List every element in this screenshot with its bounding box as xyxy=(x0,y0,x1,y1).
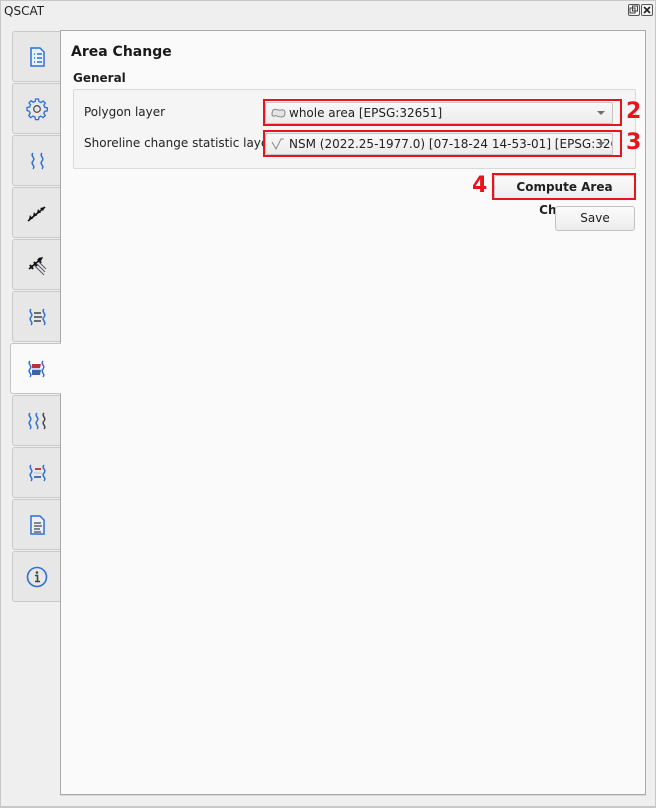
title-bar: QSCAT xyxy=(0,0,656,26)
annotation-2: 2 xyxy=(626,99,642,124)
report-icon xyxy=(29,514,45,535)
tab-shorelines[interactable] xyxy=(12,135,60,186)
tab-transects[interactable] xyxy=(12,187,60,238)
chevron-down-icon xyxy=(597,142,605,146)
tab-shoreline-change[interactable] xyxy=(12,291,60,342)
transects-icon xyxy=(26,205,46,222)
intersections-icon xyxy=(27,256,46,275)
forecasting-icon xyxy=(27,411,46,430)
about-icon xyxy=(26,566,47,587)
window-title: QSCAT xyxy=(4,4,45,18)
tab-project-settings[interactable] xyxy=(12,31,60,82)
chevron-down-icon xyxy=(597,111,605,115)
tab-settings[interactable] xyxy=(12,83,60,134)
tab-forecasting[interactable] xyxy=(12,395,60,446)
polygon-layer-icon xyxy=(271,108,286,118)
project-settings-icon xyxy=(29,46,45,67)
line-layer-icon xyxy=(271,138,284,150)
tab-intersections[interactable] xyxy=(12,239,60,290)
summary-reports-icon xyxy=(28,463,46,482)
section-title: General xyxy=(73,71,126,85)
tab-area-change[interactable] xyxy=(10,343,61,394)
page-title: Area Change xyxy=(71,44,172,60)
shoreline-change-icon xyxy=(28,307,46,326)
polygon-layer-value: whole area [EPSG:32651] xyxy=(289,106,443,120)
statistic-layer-value: NSM (2022.25-1977.0) [07-18-24 14-53-01]… xyxy=(289,137,613,151)
gear-icon xyxy=(25,97,48,120)
tab-report[interactable] xyxy=(12,499,60,550)
general-group: Polygon layer whole area [EPSG:32651] Sh… xyxy=(73,89,636,169)
annotation-4: 4 xyxy=(472,173,488,198)
statistic-layer-select[interactable]: NSM (2022.25-1977.0) [07-18-24 14-53-01]… xyxy=(265,133,613,155)
shorelines-icon xyxy=(30,151,44,170)
area-change-icon xyxy=(28,359,45,378)
tab-about[interactable] xyxy=(12,551,60,602)
area-change-panel: Area Change General Polygon layer whole … xyxy=(60,30,646,795)
float-icon[interactable] xyxy=(628,4,640,16)
annotation-3: 3 xyxy=(626,130,642,155)
save-button[interactable]: Save xyxy=(555,206,635,231)
statistic-layer-label: Shoreline change statistic layer xyxy=(84,136,274,150)
tab-summary-reports[interactable] xyxy=(12,447,60,498)
close-icon[interactable] xyxy=(641,4,653,16)
compute-area-change-button[interactable]: Compute Area Change xyxy=(494,175,635,217)
polygon-layer-select[interactable]: whole area [EPSG:32651] xyxy=(265,102,613,124)
polygon-layer-label: Polygon layer xyxy=(84,105,166,119)
